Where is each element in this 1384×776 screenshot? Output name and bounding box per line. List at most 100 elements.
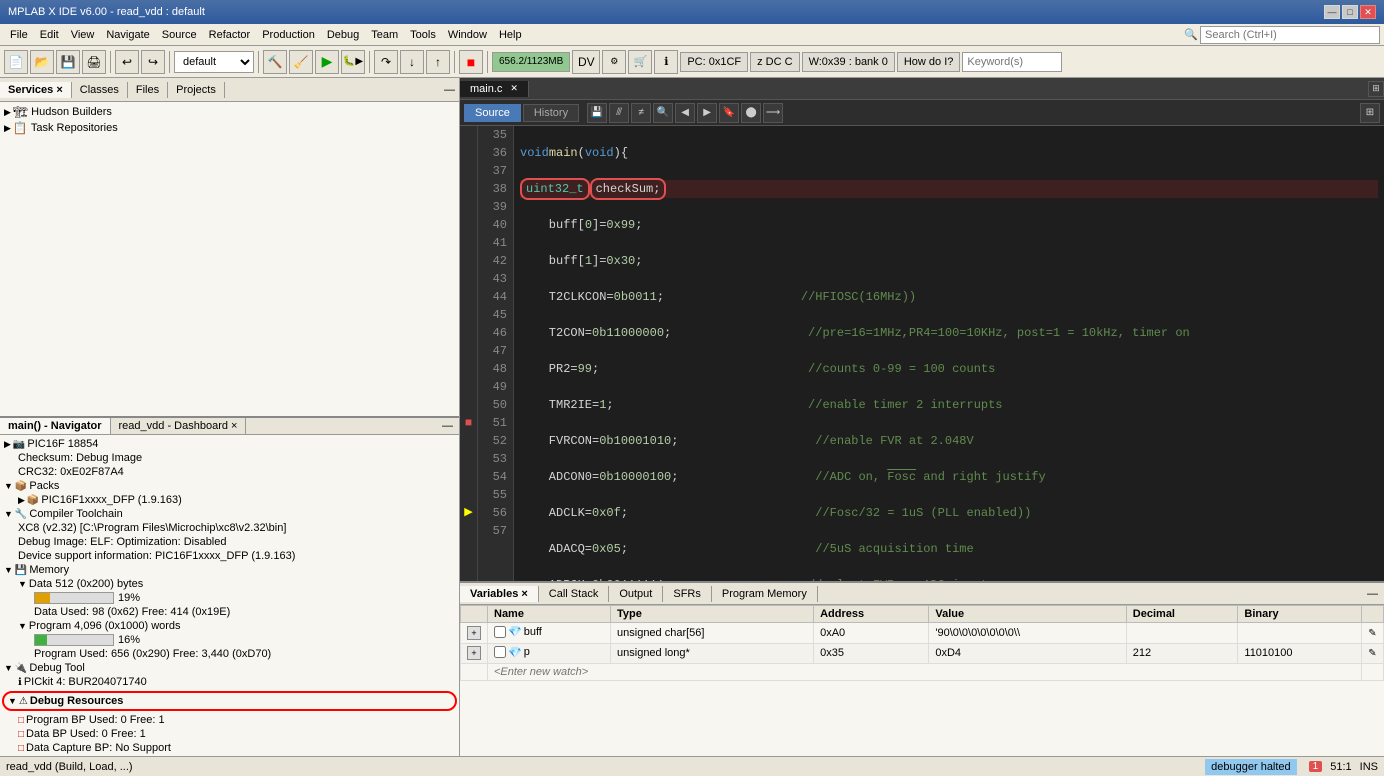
nav-pic16f[interactable]: ▶📷PIC16F 18854 [2, 437, 457, 451]
tree-item-hudson[interactable]: ▶ 🏗 Hudson Builders [2, 104, 457, 120]
var-edit-btn-p[interactable]: ✎ [1362, 643, 1384, 664]
status-mode: INS [1360, 761, 1378, 773]
src-bookmark-btn[interactable]: 🔖 [719, 103, 739, 123]
save-button[interactable]: 💾 [56, 50, 80, 74]
code-line-37: buff[0]=0x99; [520, 216, 1378, 234]
step-into-button[interactable]: ↓ [400, 50, 424, 74]
nav-debug-image[interactable]: Debug Image: ELF: Optimization: Disabled [2, 535, 457, 549]
menu-debug[interactable]: Debug [321, 27, 365, 43]
gutter: ■ ▶ [460, 126, 478, 581]
code-content[interactable]: void main(void){ uint32_t checkSum; buff… [514, 126, 1384, 581]
tree-item-task-repos[interactable]: ▶ 📋 Task Repositories [2, 120, 457, 136]
tab-files[interactable]: Files [128, 82, 168, 98]
var-edit-btn-buff[interactable]: ✎ [1362, 623, 1384, 644]
tab-history[interactable]: History [523, 104, 579, 122]
panel-minimize-btn[interactable]: — [440, 84, 459, 96]
tab-output[interactable]: Output [609, 586, 663, 602]
src-search-btn[interactable]: 🔍 [653, 103, 673, 123]
src-bp-btn[interactable]: ⬤ [741, 103, 761, 123]
redo-button[interactable]: ↪ [141, 50, 165, 74]
nav-compiler[interactable]: ▼🔧Compiler Toolchain [2, 507, 457, 521]
menu-help[interactable]: Help [493, 27, 528, 43]
tab-navigator[interactable]: main() - Navigator [0, 418, 111, 434]
menu-refactor[interactable]: Refactor [203, 27, 257, 43]
tab-call-stack[interactable]: Call Stack [539, 586, 610, 602]
print-button[interactable]: 🖨 [82, 50, 106, 74]
menu-production[interactable]: Production [256, 27, 321, 43]
tab-services[interactable]: Services × [0, 82, 72, 98]
tab-source[interactable]: Source [464, 104, 521, 122]
dv2-button[interactable]: ⚙ [602, 50, 626, 74]
tab-variables[interactable]: Variables × [460, 586, 539, 602]
info-button[interactable]: ℹ [654, 50, 678, 74]
build-button[interactable]: 🔨 [263, 50, 287, 74]
gutter-48 [460, 360, 477, 378]
maximize-button[interactable]: □ [1342, 5, 1358, 19]
var-row-new-watch[interactable] [461, 664, 1384, 681]
nav-packs[interactable]: ▼📦Packs [2, 479, 457, 493]
menu-tools[interactable]: Tools [404, 27, 442, 43]
tab-projects[interactable]: Projects [168, 82, 225, 98]
minimize-button[interactable]: — [1324, 5, 1340, 19]
editor-tab-main-c[interactable]: main.c✕ [460, 81, 529, 97]
debug-button[interactable]: 🐛▶ [341, 50, 365, 74]
var-name-buff: 💎 buff [488, 623, 611, 644]
nav-data-bp: □Data BP Used: 0 Free: 1 [2, 727, 457, 741]
nav-memory[interactable]: ▼💾Memory [2, 563, 457, 577]
editor-maximize-btn[interactable]: ⊞ [1368, 81, 1384, 97]
step-over-button[interactable]: ↷ [374, 50, 398, 74]
nav-data-512[interactable]: ▼Data 512 (0x200) bytes [2, 577, 457, 591]
run-button[interactable]: ▶ [315, 50, 339, 74]
gutter-49 [460, 378, 477, 396]
new-watch-input[interactable] [494, 666, 1355, 678]
nav-checksum[interactable]: Checksum: Debug Image [2, 451, 457, 465]
step-out-button[interactable]: ↑ [426, 50, 450, 74]
src-format-btn[interactable]: ⫻ [609, 103, 629, 123]
src-nav-fwd-btn[interactable]: ▶ [697, 103, 717, 123]
tab-sfrs[interactable]: SFRs [663, 586, 712, 602]
bottom-panel-minimize-btn[interactable]: — [436, 420, 459, 432]
nav-xc8[interactable]: XC8 (v2.32) [C:\Program Files\Microchip\… [2, 521, 457, 535]
tab-program-memory[interactable]: Program Memory [712, 586, 818, 602]
close-button[interactable]: ✕ [1360, 5, 1376, 19]
dv-button[interactable]: DV [572, 50, 600, 74]
nav-device-support[interactable]: Device support information: PIC16F1xxxx_… [2, 549, 457, 563]
clean-build-button[interactable]: 🧹 [289, 50, 313, 74]
nav-crc32[interactable]: CRC32: 0xE02F87A4 [2, 465, 457, 479]
src-nav-back-btn[interactable]: ◀ [675, 103, 695, 123]
left-top-panel: Services × Classes Files Projects — ▶ 🏗 … [0, 78, 459, 418]
nav-program-4096[interactable]: ▼Program 4,096 (0x1000) words [2, 619, 457, 633]
var-check-p[interactable] [494, 646, 506, 658]
menu-navigate[interactable]: Navigate [100, 27, 155, 43]
menu-file[interactable]: File [4, 27, 34, 43]
src-save-btn[interactable]: 💾 [587, 103, 607, 123]
tab-dashboard[interactable]: read_vdd - Dashboard × [111, 418, 247, 434]
var-add-btn-p[interactable]: + [461, 643, 488, 664]
menu-team[interactable]: Team [365, 27, 404, 43]
bottom-panel-minimize-btn[interactable]: — [1361, 588, 1384, 600]
nav-debug-tool[interactable]: ▼🔌Debug Tool [2, 661, 457, 675]
var-add-btn-buff[interactable]: + [461, 623, 488, 644]
stop-button[interactable]: ■ [459, 50, 483, 74]
menu-view[interactable]: View [65, 27, 101, 43]
undo-button[interactable]: ↩ [115, 50, 139, 74]
nav-pic16f-dfp[interactable]: ▶📦PIC16F1xxxx_DFP (1.9.163) [2, 493, 457, 507]
cart-button[interactable]: 🛒 [628, 50, 652, 74]
nav-program-progress: 16% [2, 633, 457, 647]
tab-classes[interactable]: Classes [72, 82, 128, 98]
col-add-watch [461, 606, 488, 623]
config-dropdown[interactable]: default [174, 51, 254, 73]
src-run-to-btn[interactable]: ⟶ [763, 103, 783, 123]
menu-source[interactable]: Source [156, 27, 203, 43]
menu-edit[interactable]: Edit [34, 27, 65, 43]
menu-window[interactable]: Window [442, 27, 493, 43]
keyword-input[interactable] [962, 52, 1062, 72]
search-input[interactable] [1200, 26, 1380, 44]
new-file-button[interactable]: 📄 [4, 50, 28, 74]
open-button[interactable]: 📂 [30, 50, 54, 74]
src-expand-btn[interactable]: ⊞ [1360, 103, 1380, 123]
var-check-buff[interactable] [494, 626, 506, 638]
src-diff-btn[interactable]: ≠ [631, 103, 651, 123]
nav-pickit4[interactable]: ℹPICkit 4: BUR204071740 [2, 675, 457, 689]
nav-debug-resources[interactable]: ▼⚠Debug Resources [2, 691, 457, 711]
